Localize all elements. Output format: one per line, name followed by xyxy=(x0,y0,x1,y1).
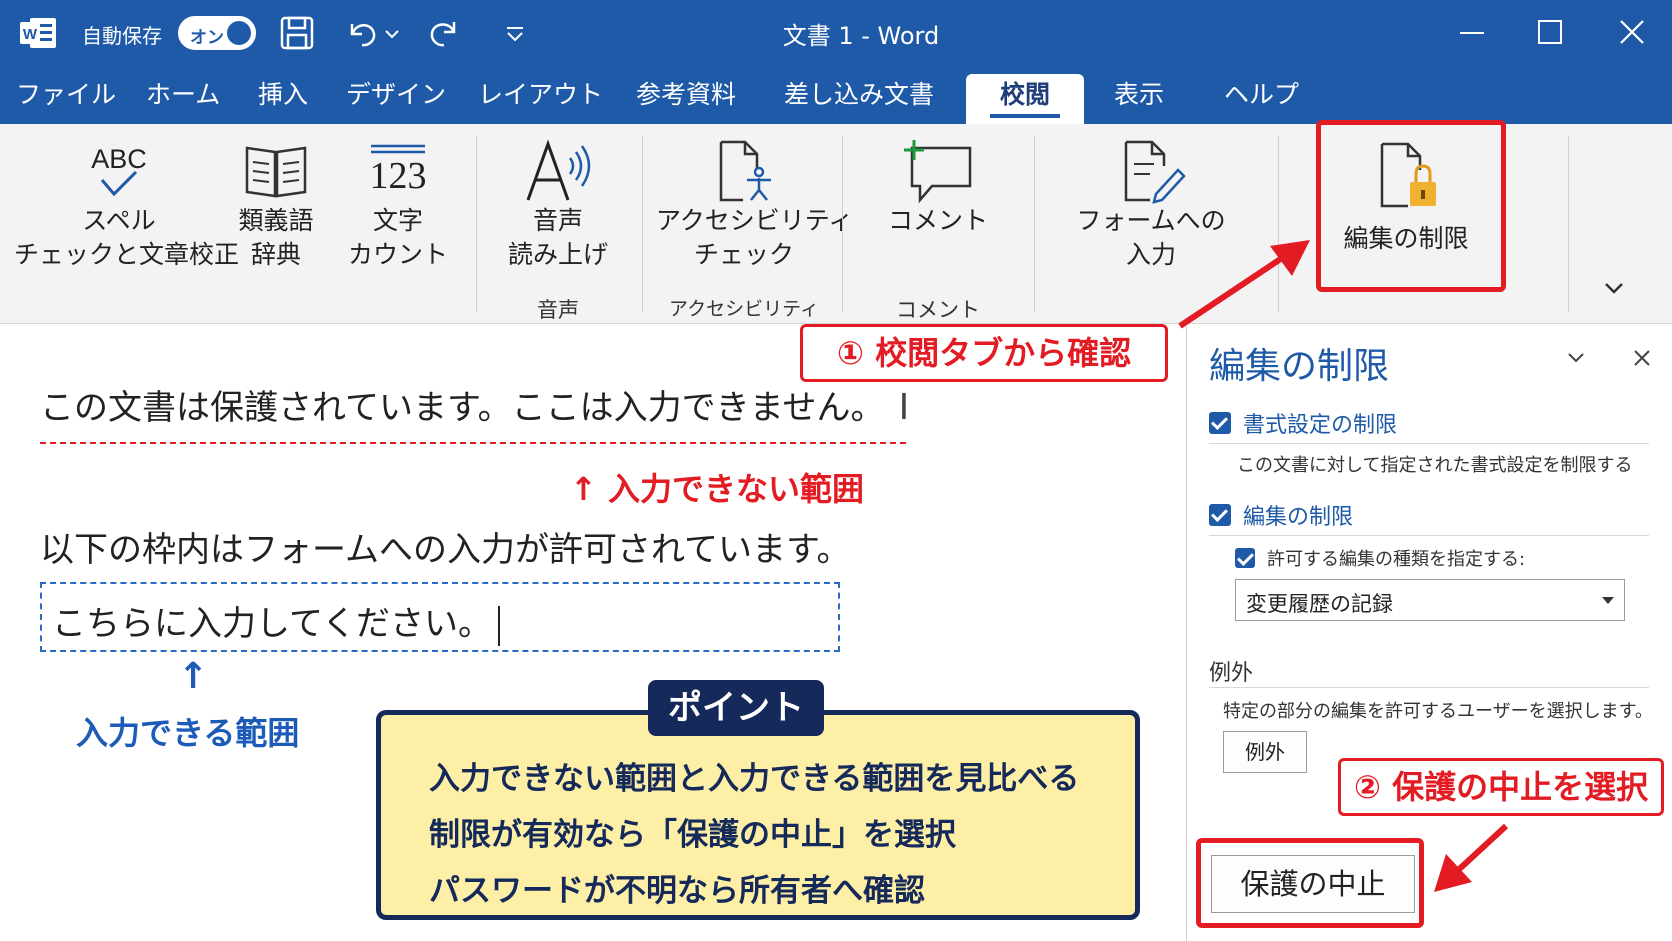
step2-arrow-icon xyxy=(1434,823,1509,892)
dropdown-arrow-icon xyxy=(1602,597,1614,604)
svg-text:123: 123 xyxy=(370,155,427,197)
ribbon-separator xyxy=(642,136,643,312)
tab-references[interactable]: 参考資料 xyxy=(636,74,736,124)
edit-restrict-checkbox[interactable] xyxy=(1209,504,1231,526)
form-field-text[interactable]: こちらに入力してください。 xyxy=(52,596,500,646)
point-box: 入力できない範囲と入力できる範囲を見比べる 制限が有効なら「保護の中止」を選択 … xyxy=(376,710,1140,920)
read-aloud-button[interactable]: 音声 読み上げ xyxy=(496,138,620,272)
divider xyxy=(1209,535,1649,536)
format-restrict-label: 書式設定の制限 xyxy=(1243,413,1398,438)
pane-options-chevron-icon[interactable] xyxy=(1561,343,1591,373)
edit-restrict-label: 編集の制限 xyxy=(1243,505,1354,530)
not-editable-annotation: ↑ 入力できない範囲 xyxy=(570,470,864,508)
pane-close-icon[interactable] xyxy=(1627,343,1657,373)
accessibility-label-2: チェック xyxy=(693,240,794,269)
protected-text-content: この文書は保護されています。ここは入力できません。 xyxy=(40,388,885,428)
protected-range-underline xyxy=(40,442,906,444)
tab-view[interactable]: 表示 xyxy=(1114,74,1164,124)
point-line-3: パスワードが不明なら所有者へ確認 xyxy=(429,873,925,909)
ribbon-tabs: ファイル ホーム 挿入 デザイン レイアウト 参考資料 差し込み文書 校閲 表示… xyxy=(0,64,1672,124)
form-input-label-1: フォームへの xyxy=(1076,206,1226,235)
group-speech: 音声 xyxy=(537,298,579,322)
thesaurus-book-icon xyxy=(245,146,307,198)
minimize-icon[interactable] xyxy=(1452,12,1492,52)
read-aloud-icon xyxy=(526,139,591,201)
tab-layout[interactable]: レイアウト xyxy=(478,74,603,124)
editable-annotation: 入力できる範囲 xyxy=(76,714,300,752)
step2-callout: ② 保護の中止を選択 xyxy=(1338,758,1664,816)
ribbon-separator xyxy=(476,136,477,312)
ribbon-separator xyxy=(842,136,843,312)
point-line-1: 入力できない範囲と入力できる範囲を見比べる xyxy=(429,761,1080,797)
comment-icon xyxy=(904,140,972,204)
svg-text:ABC: ABC xyxy=(91,144,147,174)
word-count-icon: 123 xyxy=(370,144,427,197)
protected-text[interactable]: この文書は保護されています。ここは入力できません。 I xyxy=(40,380,909,429)
ribbon-separator xyxy=(1568,136,1569,312)
close-window-icon[interactable] xyxy=(1612,12,1652,52)
allowed-intro-text: 以下の枠内はフォームへの入力が許可されています。 xyxy=(40,530,851,570)
accessibility-icon xyxy=(719,140,771,202)
format-restrict-description: この文書に対して指定された書式設定を制限する xyxy=(1237,455,1633,476)
exceptions-button[interactable]: 例外 xyxy=(1223,731,1307,773)
document-title: 文書 1 - Word xyxy=(782,22,940,50)
form-edit-icon xyxy=(1124,140,1186,204)
group-accessibility: アクセシビリティ xyxy=(669,298,819,320)
ribbon-collapse-chevron-icon[interactable] xyxy=(1600,276,1628,300)
ibeam-cursor-icon: I xyxy=(898,387,910,428)
word-count-label-2: カウント xyxy=(347,240,448,269)
word-count-button[interactable]: 123 文字 カウント xyxy=(340,138,456,272)
allow-type-checkbox-row[interactable]: 許可する編集の種類を指定する: xyxy=(1235,545,1525,571)
accessibility-check-button[interactable]: アクセシビリティ チェック xyxy=(656,138,854,272)
spelling-label-2: チェックと文章校正 xyxy=(14,240,240,269)
editable-arrow-icon: ↑ xyxy=(178,656,209,697)
tab-file[interactable]: ファイル xyxy=(16,74,116,124)
new-comment-button[interactable]: コメント xyxy=(868,138,1008,238)
point-tag: ポイント xyxy=(648,680,824,736)
spelling-label-1: スペル xyxy=(82,206,156,235)
step1-arrow-icon xyxy=(1178,240,1310,329)
word-count-label-1: 文字 xyxy=(372,206,423,235)
divider xyxy=(1209,443,1649,444)
divider xyxy=(1209,687,1649,688)
step1-callout: ① 校閲タブから確認 xyxy=(800,324,1168,382)
tab-help[interactable]: ヘルプ xyxy=(1224,74,1299,124)
tab-review[interactable]: 校閲 xyxy=(966,74,1084,124)
exceptions-heading: 例外 xyxy=(1209,661,1254,686)
tab-home[interactable]: ホーム xyxy=(146,74,220,124)
group-comment: コメント xyxy=(896,298,980,322)
accessibility-label-1: アクセシビリティ xyxy=(656,206,854,235)
read-aloud-label-2: 読み上げ xyxy=(507,240,608,269)
spelling-button[interactable]: ABC スペル チェックと文章校正 xyxy=(14,138,240,272)
spelling-check-icon: ABC xyxy=(91,144,147,197)
tab-mailings[interactable]: 差し込み文書 xyxy=(784,74,934,124)
text-cursor xyxy=(497,606,500,646)
edit-restrict-checkbox-row[interactable]: 編集の制限 xyxy=(1209,499,1353,531)
maximize-icon[interactable] xyxy=(1530,12,1570,52)
point-line-2: 制限が有効なら「保護の中止」を選択 xyxy=(429,817,956,853)
allow-type-checkbox[interactable] xyxy=(1235,548,1255,568)
thesaurus-label-2: 辞典 xyxy=(250,240,301,269)
exceptions-description: 特定の部分の編集を許可するユーザーを選択します。 xyxy=(1223,701,1653,722)
thesaurus-label-1: 類義語 xyxy=(238,206,314,235)
form-field-content: こちらに入力してください。 xyxy=(52,604,492,644)
format-restrict-checkbox-row[interactable]: 書式設定の制限 xyxy=(1209,407,1397,439)
window-title: 文書 1 - Word xyxy=(0,16,1672,51)
restrict-editing-highlight xyxy=(1316,120,1506,292)
allow-type-label: 許可する編集の種類を指定する: xyxy=(1267,549,1526,570)
title-bar: W 自動保存 オン 文書 1 - Word xyxy=(0,0,1672,64)
pane-title: 編集の制限 xyxy=(1209,346,1390,387)
tab-design[interactable]: デザイン xyxy=(346,74,446,124)
format-restrict-checkbox[interactable] xyxy=(1209,412,1231,434)
comment-label: コメント xyxy=(887,206,988,235)
thesaurus-button[interactable]: 類義語 辞典 xyxy=(228,138,324,272)
edit-type-value: 変更履歴の記録 xyxy=(1246,592,1393,616)
stop-protection-highlight xyxy=(1196,838,1424,928)
edit-type-select[interactable]: 変更履歴の記録 xyxy=(1235,579,1625,621)
ribbon-separator xyxy=(1034,136,1035,312)
tab-insert[interactable]: 挿入 xyxy=(258,74,308,124)
read-aloud-label-1: 音声 xyxy=(532,206,583,235)
